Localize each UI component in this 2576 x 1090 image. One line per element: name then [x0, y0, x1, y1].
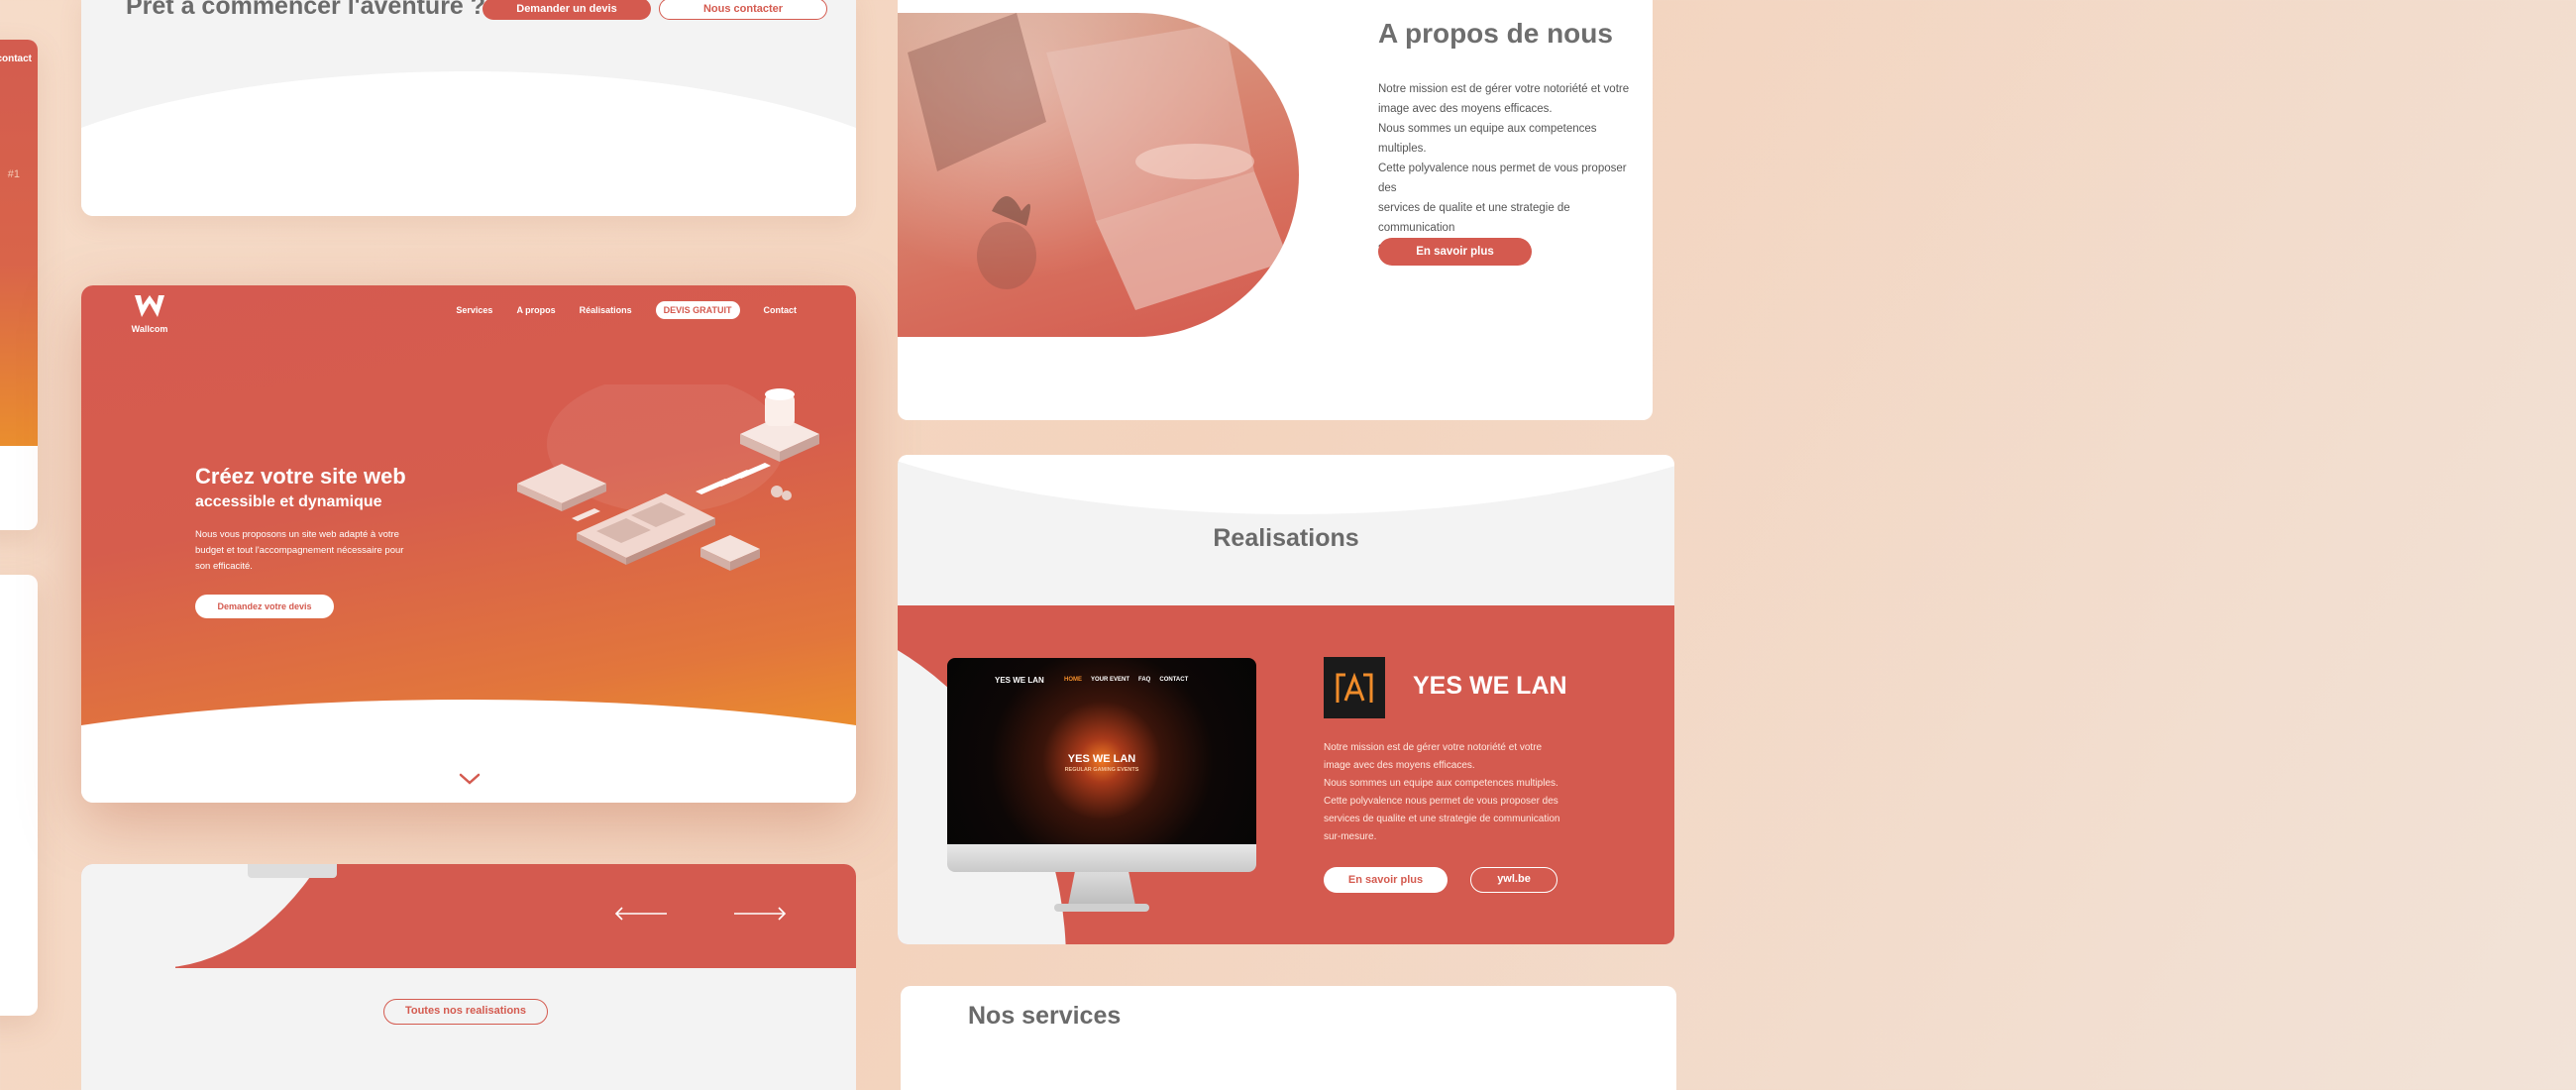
project-description: Notre mission est de gérer votre notorié… [1324, 739, 1566, 846]
wallcom-logo-icon [135, 295, 164, 317]
project-line: Cette polyvalence nous permet de vous pr… [1324, 796, 1558, 807]
nav-realisations[interactable]: Réalisations [580, 305, 632, 315]
cta-card: Pret a commencer l'aventure ? Demander u… [81, 0, 856, 216]
about-title: A propos de nous [1378, 18, 1613, 49]
about-line: Cette polyvalence nous permet de vous pr… [1378, 163, 1627, 194]
hero-subheading: accessible et dynamique [195, 493, 382, 510]
nav-contact[interactable]: Contact [764, 305, 798, 315]
office-laptop-photo [898, 13, 1299, 337]
imac-chin [947, 844, 1256, 872]
project-title: YES WE LAN [1413, 672, 1567, 700]
ywl-site-screenshot: YES WE LAN HOME YOUR EVENT FAQ CONTACT Y… [947, 658, 1256, 844]
ywl-screen-nav: HOME YOUR EVENT FAQ CONTACT [1064, 677, 1188, 683]
arrow-left-icon[interactable] [614, 906, 669, 922]
nav-about[interactable]: A propos [516, 305, 555, 315]
nav-services[interactable]: Services [456, 305, 492, 315]
edge-card-top: contact #1 [0, 40, 38, 530]
laptop-photo-scene [908, 13, 1289, 310]
ywl-screen-logo: YES WE LAN [995, 676, 1044, 685]
ywl-nav-home: HOME [1064, 677, 1082, 683]
chevron-down-icon[interactable] [458, 771, 482, 787]
hero-curve [81, 700, 856, 803]
hero-card: Wallcom Services A propos Réalisations D… [81, 285, 856, 803]
about-line: image avec des moyens efficaces. [1378, 103, 1553, 115]
ywl-nav-contact: CONTACT [1159, 677, 1189, 683]
realisations-title: Realisations [1213, 524, 1359, 552]
edge-hero-bg [0, 40, 38, 446]
imac-mockup: YES WE LAN HOME YOUR EVENT FAQ CONTACT Y… [947, 658, 1256, 921]
realisations-card: Realisations YES WE LAN HOME YOUR EVENT … [898, 455, 1674, 944]
hero-nav: Services A propos Réalisations DEVIS GRA… [456, 301, 797, 319]
request-quote-button[interactable]: Demander un devis [483, 0, 651, 20]
project-line: Nous sommes un equipe aux competences mu… [1324, 778, 1558, 789]
hero-quote-button[interactable]: Demandez votre devis [195, 595, 334, 618]
hero-heading: Créez votre site web [195, 464, 406, 489]
about-card: A propos de nous Notre mission est de gé… [898, 0, 1653, 420]
contact-us-button[interactable]: Nous contacter [659, 0, 827, 20]
ywl-logo-icon [1336, 672, 1373, 703]
project-line: sur-mesure. [1324, 831, 1377, 842]
realisations-top-curve [898, 455, 1674, 514]
project-line: Notre mission est de gérer votre notorié… [1324, 742, 1543, 753]
carousel-corner [81, 864, 175, 973]
project-line: services de qualite et une strategie de … [1324, 814, 1560, 824]
edge-card-bottom [0, 575, 38, 1016]
about-line: Notre mission est de gérer votre notorié… [1378, 83, 1630, 95]
ywl-screen-headline: YES WE LAN [1067, 753, 1136, 765]
monitor-stand-preview [248, 864, 337, 878]
about-line: services de qualite et une strategie de … [1378, 202, 1570, 234]
edge-hash-label: #1 [7, 168, 20, 180]
carousel-card: Toutes nos realisations [81, 864, 856, 1090]
wallcom-logo[interactable]: Wallcom [131, 293, 168, 334]
all-realisations-button[interactable]: Toutes nos realisations [383, 999, 548, 1025]
services-title: Nos services [968, 1002, 1122, 1030]
services-card: Nos services [901, 986, 1676, 1090]
project-learn-more-button[interactable]: En savoir plus [1324, 867, 1448, 893]
isometric-devices-illustration [517, 384, 819, 571]
logo-name: Wallcom [131, 324, 168, 334]
about-learn-more-button[interactable]: En savoir plus [1378, 238, 1532, 266]
about-text: Notre mission est de gérer votre notorié… [1378, 79, 1646, 258]
ywl-screen-tagline: REGULAR GAMING EVENTS [1064, 767, 1139, 773]
ywl-nav-faq: FAQ [1138, 677, 1151, 683]
imac-stand [1068, 872, 1135, 906]
hero-paragraph: Nous vous proposons un site web adapté à… [195, 529, 404, 572]
project-line: image avec des moyens efficaces. [1324, 760, 1475, 771]
ywl-nav-event: YOUR EVENT [1091, 677, 1130, 683]
about-line: Nous sommes un equipe aux competences mu… [1378, 123, 1597, 155]
edge-contact-label: contact [0, 54, 32, 64]
imac-base [1054, 904, 1149, 912]
project-site-link-button[interactable]: ywl.be [1470, 867, 1557, 893]
nav-free-quote-button[interactable]: DEVIS GRATUIT [655, 301, 740, 319]
cta-title: Pret a commencer l'aventure ? [126, 0, 486, 20]
ywl-logo [1324, 657, 1385, 718]
arrow-right-icon[interactable] [732, 906, 787, 922]
